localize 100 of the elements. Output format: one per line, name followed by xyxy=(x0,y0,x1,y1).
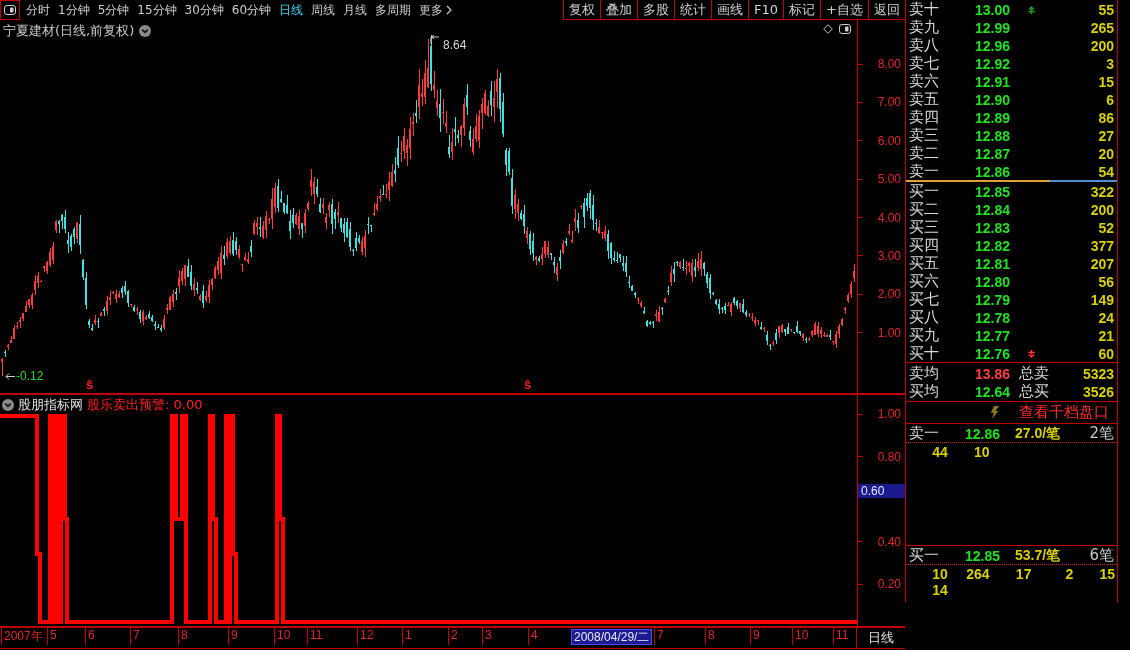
order-level-label: 卖六 xyxy=(909,72,940,91)
order-level-label: 买五 xyxy=(909,254,940,273)
signal-marker: ŝ xyxy=(524,378,532,392)
order-level-label: 买三 xyxy=(909,218,940,237)
date-axis-label: 7 xyxy=(130,628,140,645)
order-level-label: 卖九 xyxy=(909,18,940,37)
order-volume: 377 xyxy=(1090,237,1115,254)
left-arrow-icon xyxy=(5,372,15,380)
order-volume: 24 xyxy=(1098,309,1115,326)
order-volume: 3 xyxy=(1106,55,1115,72)
order-level-label: 买一 xyxy=(909,182,940,201)
average-label: 买均 xyxy=(909,382,940,401)
order-level-label: 买二 xyxy=(909,200,940,219)
order-volume: 200 xyxy=(1090,201,1115,218)
order-volume: 200 xyxy=(1090,37,1115,54)
order-price: 12.77 xyxy=(975,327,1012,344)
period-tab[interactable]: 30分钟 xyxy=(184,1,224,19)
order-volume: 86 xyxy=(1098,109,1115,126)
diamond-icon[interactable] xyxy=(823,24,833,34)
order-price: 12.81 xyxy=(975,255,1012,272)
price-axis-label: 8.00 xyxy=(877,57,902,71)
price-axis-label: 6.00 xyxy=(877,133,902,148)
date-axis-label: 6 xyxy=(85,628,95,645)
total-label: 总卖 xyxy=(1019,364,1050,383)
indicator-name: 股朋指标网 xyxy=(18,396,83,414)
order-volume: 27 xyxy=(1098,127,1115,144)
order-price: 12.99 xyxy=(975,19,1012,36)
order-level-label: 卖二 xyxy=(909,144,940,163)
price-axis-label: 5.00 xyxy=(877,172,902,187)
order-price: 12.90 xyxy=(975,91,1012,108)
queue-volume: 2 xyxy=(1065,566,1074,582)
indicator-axis-label: 0.80 xyxy=(877,449,902,464)
period-tab[interactable]: 月线 xyxy=(343,1,368,19)
low-price-label: -0.12 xyxy=(16,369,44,383)
signal-marker: ŝ xyxy=(86,378,94,392)
queue-volume: 14 xyxy=(932,582,948,598)
date-axis-label: 2 xyxy=(448,628,458,645)
order-volume: 55 xyxy=(1098,1,1115,18)
period-tab[interactable]: 多周期 xyxy=(375,1,412,19)
date-axis-label: 2007年 xyxy=(1,628,43,645)
chevron-down-circle-icon[interactable] xyxy=(139,25,152,37)
period-tab[interactable]: 分时 xyxy=(26,1,50,19)
period-tab[interactable]: 1分钟 xyxy=(58,1,90,19)
period-tab[interactable]: 15分钟 xyxy=(137,1,177,19)
date-axis-label: 11 xyxy=(307,628,323,645)
total-volume: 5323 xyxy=(1082,365,1115,382)
period-tab[interactable]: 60分钟 xyxy=(231,1,272,19)
period-tab[interactable]: 周线 xyxy=(311,1,336,19)
average-price: 12.64 xyxy=(975,383,1012,400)
period-tab[interactable]: 日线 xyxy=(279,1,304,19)
period-label: 日线 xyxy=(868,629,894,647)
queue-order-count: 2笔 xyxy=(1089,424,1115,443)
depth-link[interactable]: 查看千档盘口 xyxy=(1019,403,1110,422)
order-volume: 6 xyxy=(1106,91,1115,108)
order-level-label: 卖七 xyxy=(909,54,940,73)
queue-level-label: 买一 xyxy=(909,546,940,565)
date-axis-label: 9 xyxy=(750,628,760,645)
order-level-label: 买八 xyxy=(909,308,940,327)
indicator-axis-label: 1.00 xyxy=(877,407,902,421)
indicator-axis-label: 0.20 xyxy=(877,577,902,591)
order-volume: 21 xyxy=(1098,327,1115,344)
price-axis-label: 2.00 xyxy=(877,287,902,302)
indicator-axis-label: 0.60 xyxy=(858,484,905,498)
panel-icon[interactable] xyxy=(839,24,851,34)
order-volume: 20 xyxy=(1098,145,1115,162)
order-price: 12.88 xyxy=(975,127,1012,144)
date-axis-label: 4 xyxy=(528,628,538,645)
date-axis-label: 2008/04/29/二 xyxy=(571,629,653,645)
order-level-label: 卖四 xyxy=(909,108,940,127)
date-axis-label: 10 xyxy=(792,628,809,645)
price-axis-label: 4.00 xyxy=(877,210,902,225)
order-price: 12.85 xyxy=(975,183,1012,200)
date-axis-label: 9 xyxy=(228,628,238,645)
panel-toggle-button[interactable] xyxy=(0,0,20,20)
order-price: 12.89 xyxy=(975,109,1012,126)
order-level-label: 卖八 xyxy=(909,36,940,55)
date-axis-label: 12 xyxy=(357,628,374,645)
queue-volume: 44 xyxy=(932,444,948,460)
date-axis-label: 7 xyxy=(654,628,664,645)
order-price: 12.92 xyxy=(975,55,1012,72)
period-tab[interactable]: 更多 xyxy=(419,1,453,19)
order-volume: 265 xyxy=(1090,19,1115,36)
order-level-label: 买九 xyxy=(909,326,940,345)
period-tab[interactable]: 5分钟 xyxy=(97,1,130,19)
queue-level-label: 卖一 xyxy=(909,424,940,443)
queue-volume: 10 xyxy=(974,444,990,460)
date-axis-label: 8 xyxy=(178,628,188,645)
average-price: 13.86 xyxy=(975,365,1012,382)
indicator-axis-label: 0.40 xyxy=(877,534,902,549)
queue-order-count: 6笔 xyxy=(1089,546,1115,565)
order-price: 12.84 xyxy=(975,201,1012,218)
order-price: 12.79 xyxy=(975,291,1012,308)
queue-average: 53.7/笔 xyxy=(1015,546,1062,565)
price-axis-label: 3.00 xyxy=(877,248,902,263)
chevron-down-circle-icon[interactable] xyxy=(2,399,14,411)
high-price-label: 8.64 xyxy=(443,38,467,52)
queue-price: 12.86 xyxy=(965,425,1002,442)
order-volume: 54 xyxy=(1098,163,1115,180)
date-axis-label: 8 xyxy=(705,628,715,645)
order-price: 12.86 xyxy=(975,163,1012,180)
